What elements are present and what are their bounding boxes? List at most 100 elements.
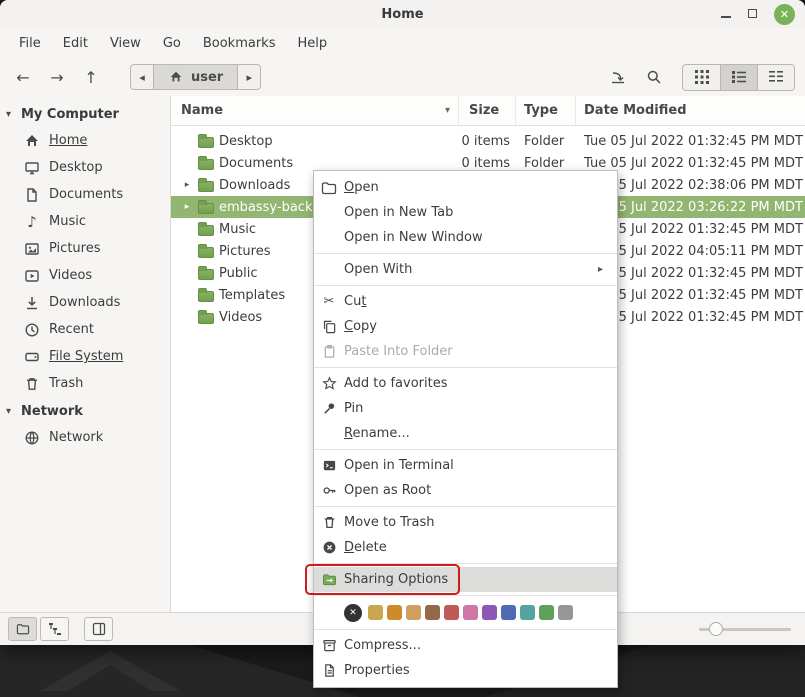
sidebar-section-my-computer[interactable]: ▾ My Computer: [0, 102, 170, 127]
sidebar-item-videos[interactable]: Videos: [0, 262, 170, 289]
color-swatch[interactable]: [444, 605, 459, 620]
menu-item-move-to-trash[interactable]: Move to Trash: [314, 510, 617, 535]
clear-color-button[interactable]: ✕: [344, 604, 362, 622]
breadcrumb-left-button[interactable]: ◂: [131, 65, 153, 89]
terminal-panel-icon: [92, 622, 106, 636]
sidebar-item-documents[interactable]: Documents: [0, 181, 170, 208]
menu-item-label: Open in Terminal: [344, 458, 454, 473]
color-swatch[interactable]: [539, 605, 554, 620]
menu-item-sharing-options[interactable]: Sharing Options: [314, 567, 617, 592]
file-size: 0 items: [459, 156, 516, 171]
sidebar-item-home[interactable]: Home: [0, 127, 170, 154]
column-header-name[interactable]: Name ▾: [171, 96, 459, 125]
sidebar-item-downloads[interactable]: Downloads: [0, 289, 170, 316]
expander-icon[interactable]: ▸: [181, 202, 193, 212]
column-header-date-modified[interactable]: Date Modified: [576, 96, 805, 125]
sidebar-section-network[interactable]: ▾ Network: [0, 399, 170, 424]
grid-view-button[interactable]: [683, 65, 720, 90]
picture-icon: [24, 241, 40, 257]
sidebar-item-music[interactable]: ♪ Music: [0, 208, 170, 235]
column-headers: Name ▾ Size Type Date Modified: [171, 96, 805, 126]
color-swatch[interactable]: [482, 605, 497, 620]
menu-item-label: Properties: [344, 663, 410, 678]
sidebar-item-label: Videos: [49, 268, 92, 283]
sidebar-item-file-system[interactable]: File System: [0, 343, 170, 370]
sidebar-item-network[interactable]: Network: [0, 424, 170, 451]
expander-down-icon[interactable]: ▾: [6, 406, 16, 417]
menu-item-compress[interactable]: Compress...: [314, 633, 617, 658]
menu-item-open[interactable]: Open: [314, 175, 617, 200]
column-header-type[interactable]: Type: [516, 96, 576, 125]
menu-item-cut[interactable]: ✂ Cut: [314, 289, 617, 314]
color-swatch[interactable]: [387, 605, 402, 620]
menu-separator: [314, 285, 617, 286]
sidebar-item-desktop[interactable]: Desktop: [0, 154, 170, 181]
expander-down-icon[interactable]: ▾: [6, 109, 16, 120]
menu-view[interactable]: View: [99, 32, 152, 55]
menu-item-label: Open in New Window: [344, 230, 483, 245]
toggle-terminal-button[interactable]: [84, 617, 113, 641]
breadcrumb-segment-user[interactable]: user: [153, 65, 238, 89]
color-swatch[interactable]: [425, 605, 440, 620]
color-swatch[interactable]: [368, 605, 383, 620]
sort-indicator-icon[interactable]: ▾: [445, 105, 450, 116]
menu-item-copy[interactable]: Copy: [314, 314, 617, 339]
color-swatch[interactable]: [501, 605, 516, 620]
compact-view-button[interactable]: [757, 65, 794, 90]
zoom-slider-knob[interactable]: [709, 622, 723, 636]
list-view-icon: [732, 70, 746, 84]
menu-item-open-with[interactable]: Open With ▸: [314, 257, 617, 282]
menu-item-open-in-new-tab[interactable]: Open in New Tab: [314, 200, 617, 225]
document-icon: [24, 187, 40, 203]
color-swatch[interactable]: [463, 605, 478, 620]
color-swatch[interactable]: [558, 605, 573, 620]
toggle-location-entry-button[interactable]: [604, 64, 632, 90]
menu-item-label: Open With: [344, 262, 412, 277]
menu-item-open-as-root[interactable]: Open as Root: [314, 478, 617, 503]
color-swatch[interactable]: [520, 605, 535, 620]
expander-icon[interactable]: ▸: [181, 180, 193, 190]
list-view-button[interactable]: [720, 65, 757, 90]
menu-separator: [314, 253, 617, 254]
menu-separator: [314, 595, 617, 596]
show-treeview-button[interactable]: [40, 617, 69, 641]
menu-item-rename[interactable]: Rename...: [314, 421, 617, 446]
empty-icon-slot: [320, 262, 338, 278]
file-type: Folder: [516, 156, 576, 171]
maximize-button[interactable]: [748, 7, 757, 22]
menu-item-open-in-new-window[interactable]: Open in New Window: [314, 225, 617, 250]
show-places-button[interactable]: [8, 617, 37, 641]
menu-go[interactable]: Go: [152, 32, 192, 55]
sidebar-section-label: My Computer: [21, 107, 119, 122]
column-header-size[interactable]: Size: [459, 96, 516, 125]
sidebar-item-trash[interactable]: Trash: [0, 370, 170, 397]
menu-item-pin[interactable]: Pin: [314, 396, 617, 421]
close-button[interactable]: ✕: [774, 4, 795, 25]
sidebar-item-label: Downloads: [49, 295, 120, 310]
menu-item-delete[interactable]: Delete: [314, 535, 617, 560]
forward-button[interactable]: →: [44, 64, 70, 90]
menu-item-open-in-terminal[interactable]: Open in Terminal: [314, 453, 617, 478]
search-button[interactable]: [640, 64, 668, 90]
menu-item-add-to-favorites[interactable]: Add to favorites: [314, 371, 617, 396]
trash-icon: [320, 515, 338, 531]
zoom-slider[interactable]: [699, 622, 791, 636]
minimize-button[interactable]: [721, 7, 731, 22]
back-button[interactable]: ←: [10, 64, 36, 90]
sidebar-item-recent[interactable]: Recent: [0, 316, 170, 343]
up-button[interactable]: ↑: [78, 64, 104, 90]
breadcrumb-right-button[interactable]: ▸: [238, 65, 260, 89]
color-swatch[interactable]: [406, 605, 421, 620]
chevron-right-icon: ▸: [246, 71, 252, 84]
file-row-desktop[interactable]: Desktop 0 items Folder Tue 05 Jul 2022 0…: [171, 130, 805, 152]
menu-item-properties[interactable]: Properties: [314, 658, 617, 683]
sidebar-item-pictures[interactable]: Pictures: [0, 235, 170, 262]
titlebar[interactable]: Home ✕: [0, 0, 805, 28]
menu-help[interactable]: Help: [286, 32, 338, 55]
column-label: Type: [524, 103, 558, 118]
terminal-icon: [320, 458, 338, 474]
menu-bookmarks[interactable]: Bookmarks: [192, 32, 287, 55]
menu-file[interactable]: File: [8, 32, 52, 55]
menu-separator: [314, 449, 617, 450]
menu-edit[interactable]: Edit: [52, 32, 99, 55]
